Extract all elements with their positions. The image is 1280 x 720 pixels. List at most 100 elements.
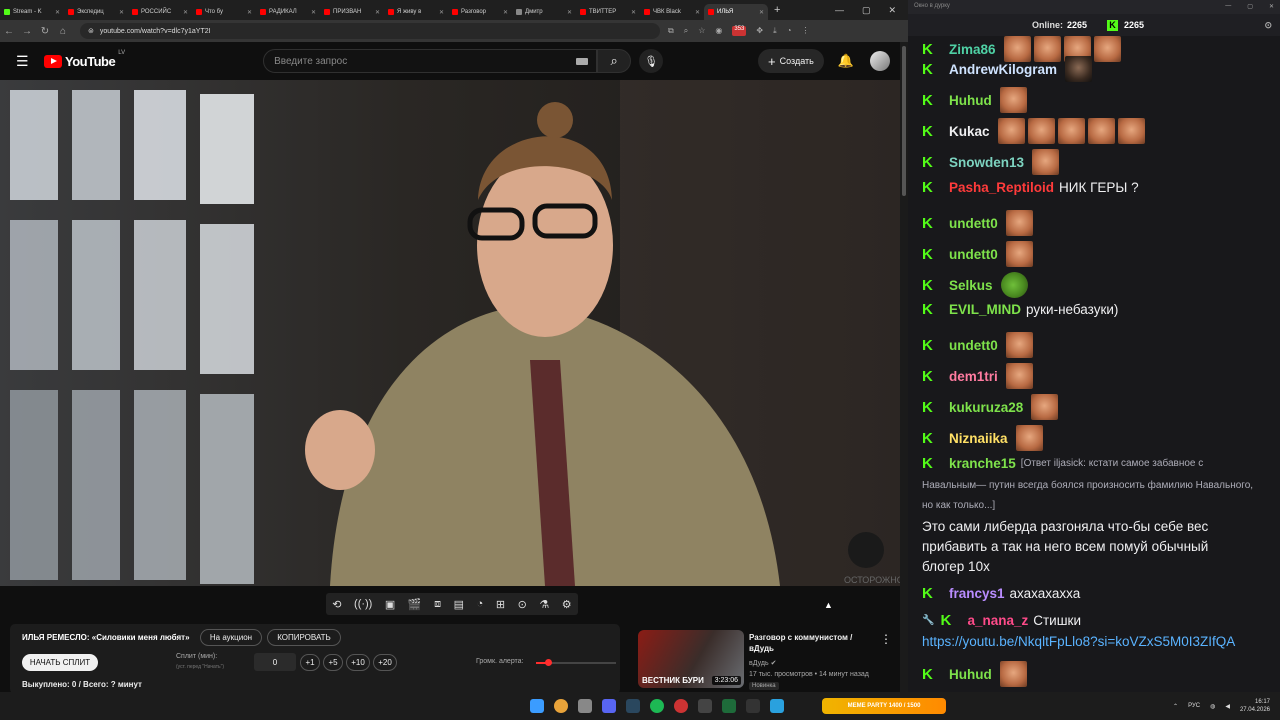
hamburger-menu-icon[interactable]: ☰: [16, 53, 30, 70]
settings-gear-icon[interactable]: ⚙: [562, 598, 572, 611]
chat-username[interactable]: Snowden13: [949, 155, 1024, 170]
notifications-bell-icon[interactable]: 🔔: [838, 53, 854, 69]
tab-close-icon[interactable]: ✕: [439, 9, 444, 16]
browser-tab[interactable]: Stream - K ✕: [0, 4, 64, 20]
loop-icon[interactable]: ⟲: [332, 598, 341, 611]
chat-username[interactable]: EVIL_MIND: [949, 302, 1021, 317]
telegram-icon[interactable]: [770, 699, 784, 713]
speed-icon[interactable]: ◔: [477, 598, 484, 610]
chat-username[interactable]: kukuruza28: [949, 400, 1023, 415]
camera-icon[interactable]: ⊙: [518, 598, 527, 611]
minimize-icon[interactable]: —: [1225, 3, 1231, 11]
increment-5-button[interactable]: +5: [323, 654, 343, 671]
search-input[interactable]: Введите запрос: [263, 49, 598, 73]
menu-dots-icon[interactable]: ⋮: [801, 26, 809, 36]
create-button[interactable]: + Создать: [758, 49, 824, 73]
split-minutes-input[interactable]: 0: [254, 653, 296, 671]
tab-close-icon[interactable]: ✕: [503, 9, 508, 16]
avatar[interactable]: [870, 51, 890, 71]
tray-chevron-icon[interactable]: ⌃: [1173, 703, 1178, 710]
browser-tab[interactable]: ИЛЬЯ ✕: [704, 4, 768, 20]
forward-icon[interactable]: →: [18, 26, 36, 37]
tab-close-icon[interactable]: ✕: [247, 9, 252, 16]
browser-tab[interactable]: РОССИЙС ✕: [128, 4, 192, 20]
increment-20-button[interactable]: +20: [373, 654, 397, 671]
increment-10-button[interactable]: +10: [346, 654, 370, 671]
spotify-icon[interactable]: [650, 699, 664, 713]
chat-username[interactable]: Pasha_Reptiloid: [949, 180, 1054, 195]
browser-tab[interactable]: Что бу ✕: [192, 4, 256, 20]
chat-username[interactable]: kranche15: [949, 456, 1016, 471]
explorer-icon[interactable]: [578, 699, 592, 713]
start-split-button[interactable]: НАЧАТЬ СПЛИТ: [22, 654, 98, 671]
search-button[interactable]: ⌕: [597, 49, 632, 73]
chat-username[interactable]: AndrewKilogram: [949, 62, 1057, 77]
cinema-icon[interactable]: ▣: [385, 598, 395, 611]
tab-close-icon[interactable]: ✕: [759, 9, 764, 16]
app-icon[interactable]: [698, 699, 712, 713]
new-tab-button[interactable]: +: [774, 4, 780, 16]
extension-badge[interactable]: 353: [732, 26, 747, 36]
recommended-title[interactable]: Разговор с коммунистом / вДудь: [749, 632, 869, 654]
profile-icon[interactable]: ◔: [787, 26, 792, 36]
recommended-video[interactable]: ВЕСТНИК БУРИ 3:23:06 Разговор с коммунис…: [638, 628, 900, 692]
bookmark-star-icon[interactable]: ☆: [698, 26, 705, 36]
chat-username[interactable]: francys1: [949, 586, 1005, 601]
extension-icon[interactable]: ◉: [715, 26, 722, 36]
tab-close-icon[interactable]: ✕: [567, 9, 572, 16]
chat-username[interactable]: Huhud: [949, 667, 992, 682]
chat-username[interactable]: undett0: [949, 247, 998, 262]
close-window-icon[interactable]: ✕: [888, 5, 896, 16]
volume-icon[interactable]: ◀: [1225, 703, 1230, 710]
browser-tab[interactable]: ПРИЗВАН ✕: [320, 4, 384, 20]
slider-knob[interactable]: [545, 659, 552, 666]
browser-tab[interactable]: Дмитр ✕: [512, 4, 576, 20]
picture-in-picture-icon[interactable]: ⧈: [434, 598, 441, 611]
more-options-icon[interactable]: ⋮: [880, 632, 892, 646]
chat-username[interactable]: a_nana_z: [967, 613, 1028, 628]
auction-button[interactable]: На аукцион: [200, 629, 262, 646]
voice-search-button[interactable]: 🎙: [639, 49, 664, 73]
clock[interactable]: 16:17 27.04.2026: [1240, 698, 1270, 714]
subtitles-icon[interactable]: ▤: [454, 598, 464, 611]
browser-tab[interactable]: ТВИТТЕР ✕: [576, 4, 640, 20]
increment-1-button[interactable]: +1: [300, 654, 320, 671]
windows-start-icon[interactable]: [530, 699, 544, 713]
video-thumbnail[interactable]: ВЕСТНИК БУРИ 3:23:06: [638, 630, 744, 688]
alert-volume-slider[interactable]: [536, 659, 616, 666]
chat-username[interactable]: Niznaiika: [949, 431, 1008, 446]
obs-icon[interactable]: [674, 699, 688, 713]
discord-icon[interactable]: [602, 699, 616, 713]
back-icon[interactable]: ←: [0, 26, 18, 37]
channel-name[interactable]: вДудь ✔: [749, 659, 776, 667]
app3-icon[interactable]: [746, 699, 760, 713]
browser-tab[interactable]: РАДИКАЛ ✕: [256, 4, 320, 20]
chat-username[interactable]: Selkus: [949, 278, 993, 293]
tab-close-icon[interactable]: ✕: [311, 9, 316, 16]
chat-username[interactable]: Kukac: [949, 124, 990, 139]
puzzle-icon[interactable]: ✥: [756, 26, 763, 36]
site-info-icon[interactable]: ⊜: [88, 27, 94, 35]
chat-username[interactable]: undett0: [949, 338, 998, 353]
zoom-icon[interactable]: ⌕: [684, 26, 688, 36]
install-icon[interactable]: ⧉: [668, 26, 674, 36]
minimize-window-icon[interactable]: —: [835, 5, 844, 16]
download-icon[interactable]: ⤓: [773, 26, 777, 36]
steam-icon[interactable]: [626, 699, 640, 713]
browser-tab[interactable]: Разговор ✕: [448, 4, 512, 20]
maximize-window-icon[interactable]: ▢: [862, 5, 871, 16]
tab-close-icon[interactable]: ✕: [55, 9, 60, 16]
maximize-icon[interactable]: ▢: [1247, 3, 1253, 11]
chat-username[interactable]: dem1tri: [949, 369, 998, 384]
clapper-icon[interactable]: 🎬: [408, 598, 422, 611]
add-screenshot-icon[interactable]: ⊞: [496, 598, 505, 611]
scrollbar-thumb[interactable]: [902, 46, 906, 196]
meme-party-badge[interactable]: MEME PARTY 1400 / 1500: [822, 698, 946, 714]
chat-link[interactable]: https://youtu.be/NkqltFpLlo8?si=koVZxS5M…: [922, 632, 1262, 652]
chat-username[interactable]: Huhud: [949, 93, 992, 108]
audio-wave-icon[interactable]: ((·)): [354, 598, 372, 610]
network-icon[interactable]: ◍: [1210, 703, 1215, 710]
youtube-logo[interactable]: YouTube LV: [44, 50, 125, 69]
video-player[interactable]: ОСТОРОЖНО: [0, 80, 900, 586]
chat-username[interactable]: undett0: [949, 216, 998, 231]
